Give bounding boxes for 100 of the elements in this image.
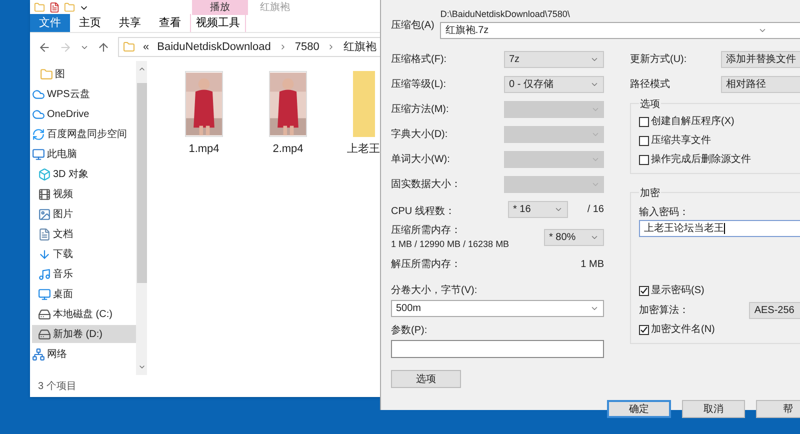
dropdown[interactable]: 0 - 仅存储 <box>504 76 604 93</box>
field-label: 参数(P): <box>391 324 428 338</box>
chevron-icon <box>590 304 599 313</box>
context-tab[interactable]: 播放 <box>192 0 248 15</box>
up-icon[interactable] <box>97 40 110 54</box>
dialog-button[interactable]: 帮 <box>756 400 800 418</box>
checkbox[interactable] <box>639 136 649 146</box>
drive-icon <box>38 328 51 340</box>
chevron-icon <box>590 80 599 89</box>
network-icon <box>32 348 45 360</box>
scrollbar[interactable] <box>136 61 147 375</box>
nav-item[interactable]: 百度网盘同步空间 <box>32 125 136 143</box>
nav-item[interactable]: 音乐 <box>32 265 136 283</box>
download-icon <box>38 248 51 260</box>
dropdown[interactable]: 相对路径 <box>721 76 800 93</box>
address-segment[interactable]: 红旗袍 <box>343 38 376 56</box>
checkbox-label[interactable]: 操作完成后删除源文件 <box>651 152 751 167</box>
dropdown[interactable]: * 16 <box>508 201 568 218</box>
field-label: 压缩包(A) <box>391 18 434 33</box>
checkbox-label[interactable]: 创建自解压程序(X) <box>651 114 734 129</box>
nav-item[interactable]: 视频 <box>32 185 136 203</box>
file-name[interactable]: 上老王 <box>347 141 380 158</box>
dropdown[interactable]: * 80% <box>544 228 604 246</box>
field-label: 固实数据大小： <box>391 178 461 192</box>
combo-field[interactable]: 500m <box>391 300 604 317</box>
cloud-icon <box>32 88 45 100</box>
chevron-icon <box>554 205 563 214</box>
sync-icon <box>32 128 45 140</box>
computer-icon <box>32 148 45 160</box>
properties-icon[interactable] <box>49 2 60 13</box>
ribbon-tab[interactable]: 视频工具 <box>190 14 246 32</box>
nav-item[interactable]: 新加卷 (D:) <box>32 325 136 343</box>
memory-value: 1 MB <box>580 258 604 272</box>
field-label: 压缩方法(M): <box>391 102 449 117</box>
field-label: CPU 线程数： <box>391 206 455 216</box>
ribbon-tab[interactable]: 文件 <box>30 14 70 32</box>
address-segment[interactable]: 7580 <box>294 38 320 56</box>
nav-item[interactable]: 图 <box>32 65 136 83</box>
music-icon <box>38 268 51 280</box>
field-label: 单词大小(W): <box>391 152 450 167</box>
checkbox[interactable] <box>639 286 649 296</box>
chevron-icon <box>758 26 767 35</box>
file-name[interactable]: 2.mp4 <box>272 141 304 158</box>
scroll-up-icon[interactable] <box>138 65 146 73</box>
checkbox-label[interactable]: 显示密码(S) <box>651 283 704 298</box>
field-label: 输入密码： <box>639 206 690 220</box>
nav-item[interactable]: 此电脑 <box>32 145 136 163</box>
address-segment[interactable]: BaiduNetdiskDownload <box>157 38 271 56</box>
nav-item[interactable]: 本地磁盘 (C:) <box>32 305 136 323</box>
field-label: 路径模式 <box>630 78 671 92</box>
chevron-icon <box>591 130 600 139</box>
checkbox-label[interactable]: 加密文件名(N) <box>651 322 715 337</box>
chevron-icon <box>591 180 600 189</box>
cloud-icon <box>32 108 45 120</box>
field-label: 压缩格式(F): <box>391 52 447 67</box>
checkbox[interactable] <box>639 154 649 164</box>
nav-item[interactable]: 图片 <box>32 205 136 223</box>
ribbon-tab[interactable]: 查看 <box>150 14 190 32</box>
dropdown[interactable]: 添加并替换文件 <box>721 51 800 68</box>
field-label: 压缩等级(L): <box>391 78 446 92</box>
checkbox-label[interactable]: 压缩共享文件 <box>651 133 711 148</box>
back-icon[interactable] <box>38 40 51 54</box>
status-text: 3 个项目 <box>38 380 76 394</box>
chevron-icon <box>590 55 599 64</box>
checkbox[interactable] <box>639 324 649 334</box>
checkbox[interactable] <box>639 116 649 126</box>
thread-count: / 16 <box>587 203 604 217</box>
password-field[interactable]: 上老王论坛当老王 <box>639 220 800 237</box>
nav-item[interactable]: 下载 <box>32 245 136 263</box>
field-label: 解压所需内存： <box>391 258 461 272</box>
drive-icon <box>38 308 51 320</box>
file-name[interactable]: 1.mp4 <box>188 141 220 158</box>
nav-item[interactable]: 网络 <box>32 345 136 363</box>
nav-item[interactable]: WPS云盘 <box>32 85 136 103</box>
desktop-icon <box>38 288 51 300</box>
archive-name-field[interactable]: 红旗袍.7z <box>440 22 800 39</box>
document-icon <box>38 228 51 240</box>
field-label: 加密算法： <box>639 304 690 318</box>
dropdown[interactable]: AES-256 <box>749 302 800 318</box>
options-button[interactable]: 选项 <box>391 370 461 388</box>
cube-icon <box>38 168 51 180</box>
field-label: 字典大小(D): <box>391 128 448 142</box>
address-bar[interactable]: « BaiduNetdiskDownload 7580 红旗袍 <box>118 37 382 57</box>
field-label: 更新方式(U): <box>630 52 688 67</box>
ribbon-tab[interactable]: 共享 <box>110 14 150 32</box>
folder-icon <box>352 71 374 137</box>
parameters-field[interactable] <box>391 340 604 358</box>
dialog-button[interactable]: 确定 <box>607 400 671 418</box>
nav-item[interactable]: 桌面 <box>32 285 136 303</box>
nav-item[interactable]: 3D 对象 <box>32 165 136 183</box>
chevron-icon <box>591 155 600 164</box>
dropdown[interactable]: 7z <box>504 51 604 68</box>
field-label: 压缩所需内存： <box>391 224 462 238</box>
nav-item[interactable]: OneDrive <box>32 105 136 123</box>
ribbon-tab[interactable]: 主页 <box>70 14 110 32</box>
scroll-down-icon[interactable] <box>138 363 146 371</box>
nav-item[interactable]: 文档 <box>32 225 136 243</box>
folder-icon <box>40 68 53 80</box>
dialog-button[interactable]: 取消 <box>682 400 746 418</box>
image-icon <box>38 208 51 220</box>
